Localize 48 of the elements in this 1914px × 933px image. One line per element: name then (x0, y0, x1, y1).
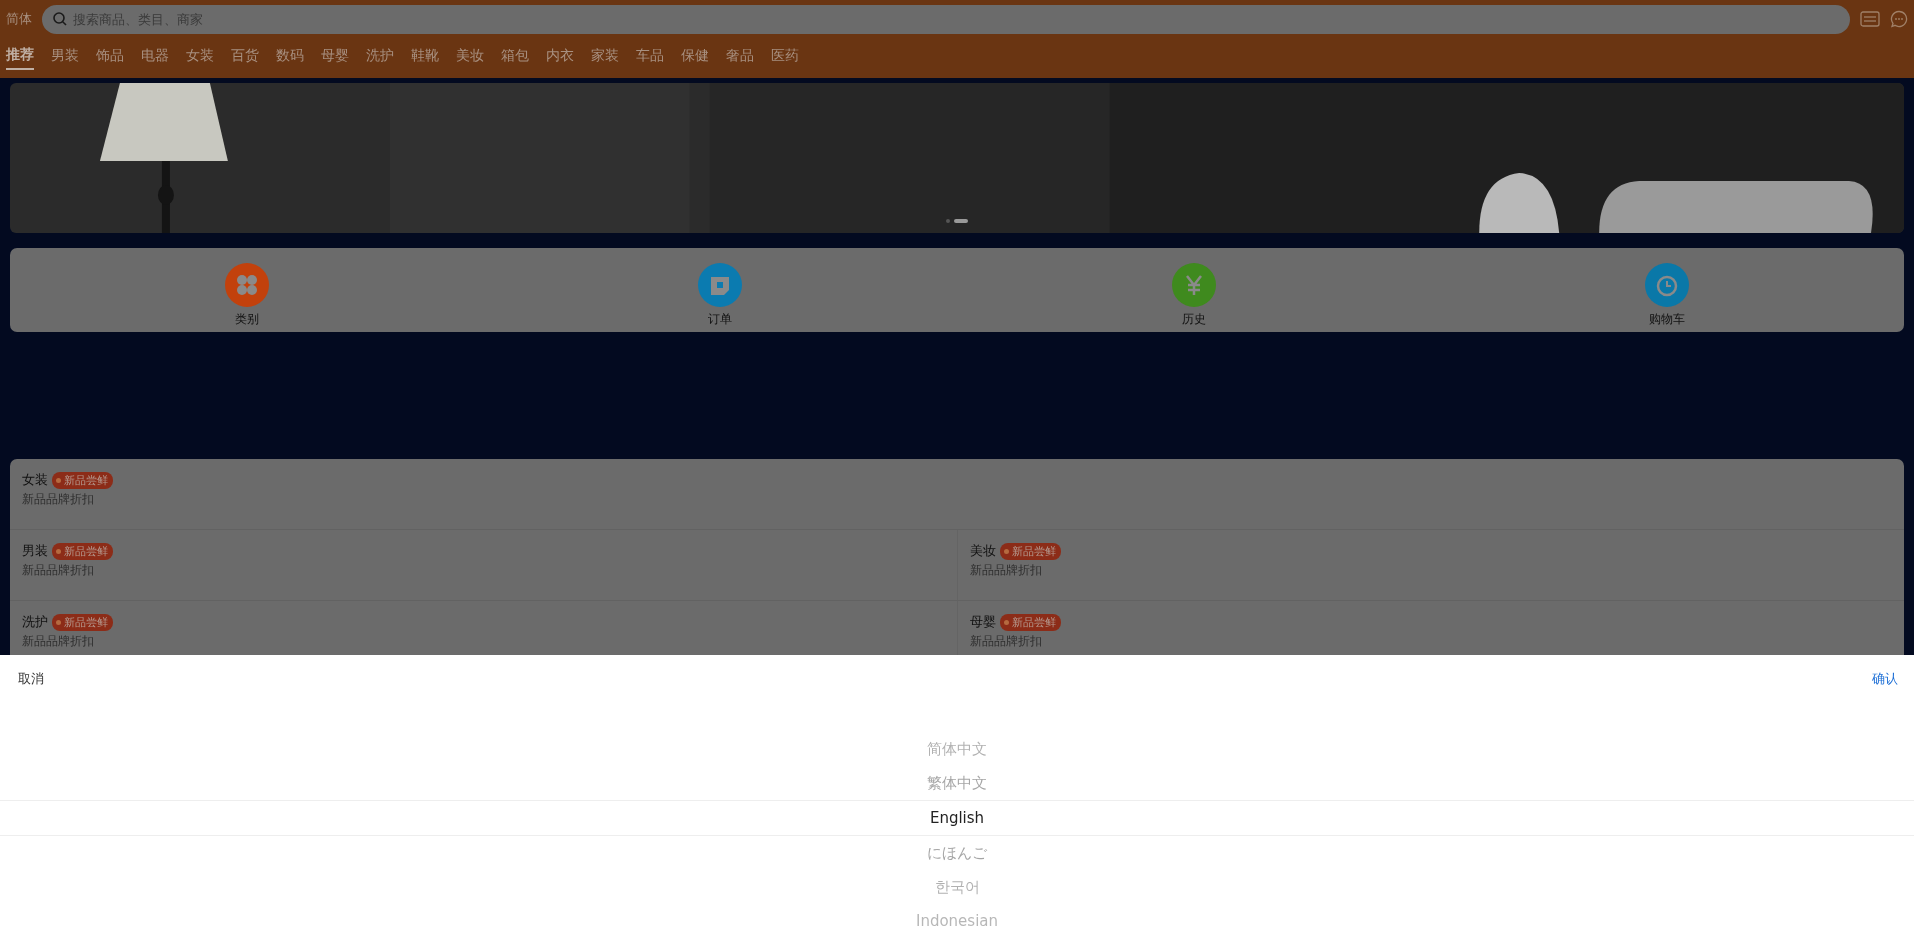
category-tab[interactable]: 推荐 (6, 46, 34, 70)
category-tab[interactable]: 车品 (636, 47, 664, 69)
promo-tag: 新品尝鲜 (52, 613, 113, 631)
category-title[interactable]: 洗护 (22, 613, 48, 631)
category-tab[interactable]: 饰品 (96, 47, 124, 69)
category-tab[interactable]: 奢品 (726, 47, 754, 69)
clover-icon[interactable] (224, 263, 269, 307)
category-tab[interactable]: 内衣 (546, 47, 574, 69)
category-title[interactable]: 母婴 (969, 613, 996, 631)
shortcut-label[interactable]: 购物车 (1649, 311, 1686, 328)
category-tab[interactable]: 箱包 (501, 47, 529, 69)
confirm-button[interactable]: 确认 (1866, 666, 1904, 692)
category-title[interactable]: 男装 (22, 542, 48, 560)
clock-icon[interactable] (1645, 263, 1690, 307)
promo-tag: 新品尝鲜 (52, 542, 113, 560)
category-tab[interactable]: 保健 (681, 47, 709, 69)
yen-icon[interactable] (1171, 263, 1216, 307)
category-tab[interactable]: 洗护 (366, 47, 394, 69)
category-tab[interactable]: 电器 (141, 47, 169, 69)
language-option[interactable]: 繁体中文 (0, 766, 1914, 800)
language-option[interactable]: 한국어 (0, 870, 1914, 904)
shortcut-label[interactable]: 历史 (1181, 311, 1206, 328)
category-title[interactable]: 美妆 (969, 542, 996, 560)
category-tab[interactable]: 鞋靴 (411, 47, 439, 69)
cancel-button[interactable]: 取消 (12, 666, 50, 692)
promo-tag: 新品尝鲜 (52, 471, 113, 489)
category-tab[interactable]: 家装 (591, 47, 619, 69)
category-tab[interactable]: 美妆 (456, 47, 484, 69)
language-button[interactable]: 简体 (6, 10, 32, 28)
language-option[interactable]: English (0, 800, 1914, 836)
category-tab[interactable]: 男装 (51, 47, 79, 69)
category-tab[interactable]: 医药 (771, 47, 799, 69)
chat-icon[interactable] (1890, 10, 1908, 28)
category-tab[interactable]: 数码 (276, 47, 304, 69)
language-option[interactable]: Indonesian (0, 904, 1914, 933)
category-tab[interactable]: 母婴 (321, 47, 349, 69)
category-tab[interactable]: 女装 (186, 47, 214, 69)
carousel-dot[interactable] (946, 219, 950, 223)
language-option[interactable]: にほんご (0, 836, 1914, 870)
shortcut-label[interactable]: 订单 (708, 311, 733, 328)
category-tab[interactable]: 百货 (231, 47, 259, 69)
promo-tag: 新品尝鲜 (999, 613, 1061, 631)
language-option[interactable]: 简体中文 (0, 732, 1914, 766)
category-title[interactable]: 女装 (22, 471, 48, 489)
shortcut-label[interactable]: 类别 (234, 311, 259, 328)
note-icon[interactable] (698, 263, 743, 307)
list-icon[interactable] (1860, 11, 1880, 27)
promo-tag: 新品尝鲜 (999, 542, 1061, 560)
